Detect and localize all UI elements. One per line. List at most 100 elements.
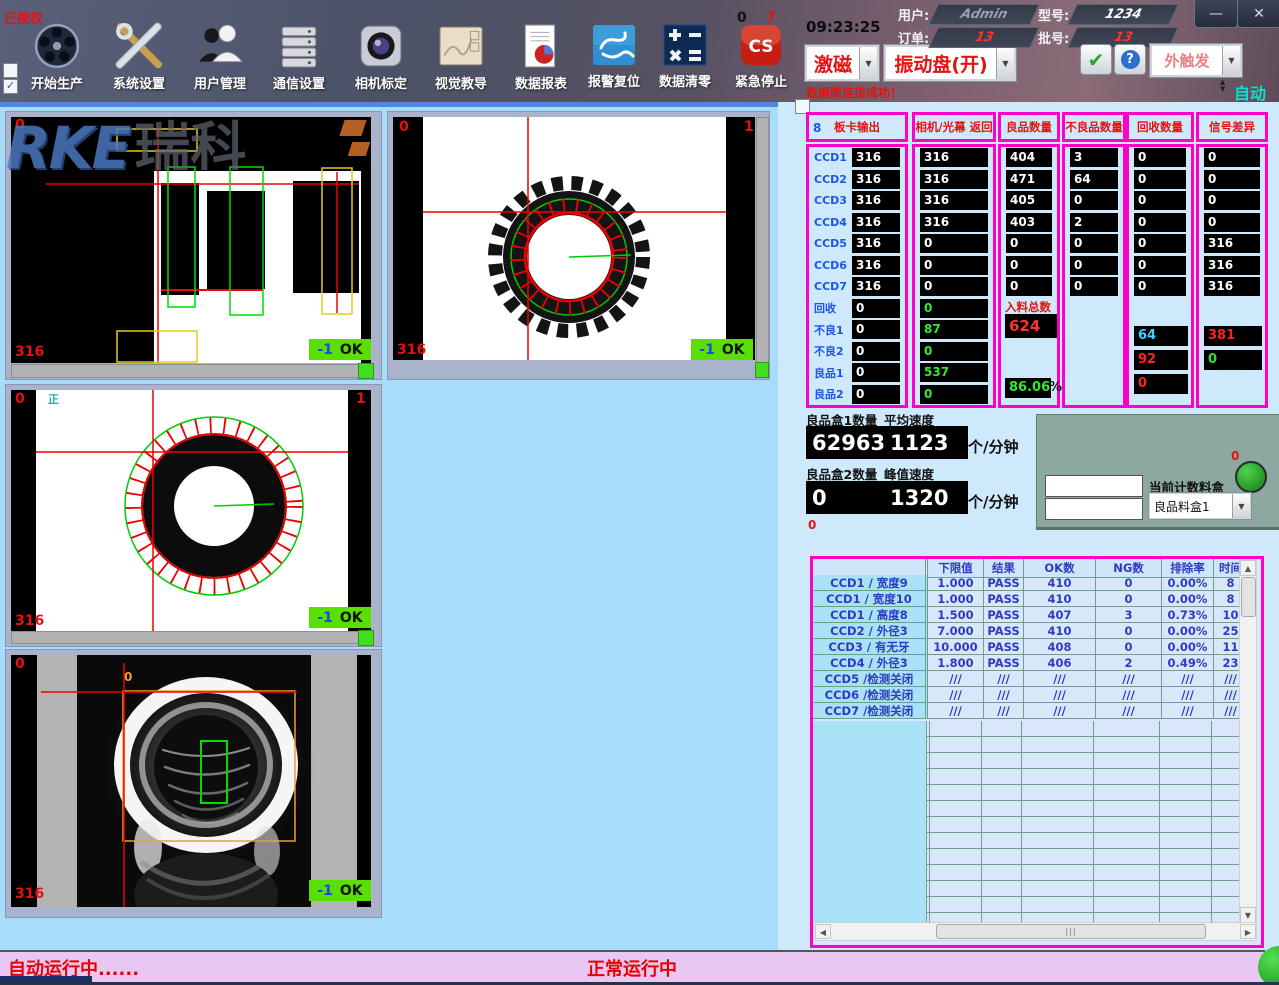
trigger-select[interactable]: 外触发 ▼ — [1150, 44, 1242, 77]
table-row[interactable]: CCD4 / 外径3 1.800 PASS 406 2 0.49% 23 — [813, 655, 1261, 671]
confirm-button[interactable]: ✔ — [1080, 44, 1112, 75]
detail-table: 下限值 结果 OK数 NG数 排除率 时间 CCD1 / 宽度9 1.000 P… — [810, 556, 1264, 948]
scroll-right-icon[interactable]: ▶ — [1240, 924, 1256, 939]
camera-2-resize-handle[interactable] — [755, 362, 769, 378]
data-report-button[interactable]: 数据报表 — [508, 22, 574, 98]
toolbar-button-label: 开始生产 — [24, 73, 90, 92]
value-box: 0 — [1134, 170, 1186, 189]
detail-table-vscrollbar[interactable]: ▲ ▼ — [1239, 559, 1257, 924]
camera-1-scroll-strip[interactable] — [11, 364, 359, 378]
value-box: 316 — [920, 191, 988, 210]
value-box: 0 — [1006, 234, 1052, 253]
cell-ng-count: 2 — [1096, 655, 1162, 671]
peak-speed-value: 1320 — [884, 481, 968, 514]
peak-speed-unit: 个/分钟 — [968, 491, 1018, 512]
magnetize-select[interactable]: 激磁 ▼ — [805, 45, 879, 81]
counter-box-select-value: 良品料盒1 — [1150, 498, 1232, 515]
close-button[interactable]: ✕ — [1237, 0, 1279, 28]
chevron-down-icon[interactable]: ▼ — [859, 47, 877, 79]
table-row[interactable]: CCD1 / 高度8 1.500 PASS 407 3 0.73% 10 — [813, 607, 1261, 623]
table-row[interactable]: CCD7 /检测关闭 /// /// /// /// /// /// — [813, 703, 1261, 719]
table-row: 316 — [915, 147, 993, 169]
scroll-up-icon[interactable]: ▲ — [1240, 560, 1256, 576]
toolbar-button-label: 数据清零 — [652, 71, 718, 90]
magnetize-select-value: 激磁 — [807, 50, 859, 77]
value-box: 404 — [1006, 148, 1052, 167]
cell-ok-count: 410 — [1024, 575, 1096, 591]
help-button[interactable]: ? — [1114, 44, 1146, 75]
toolbar-checkbox-2[interactable]: ✓ — [3, 79, 18, 94]
value-box: 0 — [1070, 191, 1118, 210]
cell-result: PASS — [984, 607, 1024, 623]
table-row: 0 — [1065, 190, 1123, 212]
value-box: 0 — [920, 277, 988, 296]
toolbar-checkbox-1[interactable] — [3, 63, 18, 78]
value-box: 0 — [920, 342, 988, 361]
counter-indicator-count: 0 — [1231, 449, 1239, 463]
camera-calibration-button[interactable]: 相机标定 — [348, 22, 414, 98]
camera-3-resize-handle[interactable] — [358, 630, 374, 646]
value-box: 0 — [1134, 277, 1186, 296]
toolbar-separator — [0, 102, 778, 107]
cell-ng-count: 0 — [1096, 591, 1162, 607]
alarm-reset-button[interactable]: 报警复位 — [581, 22, 647, 98]
value-box: 0 — [920, 234, 988, 253]
table-row[interactable]: CCD3 / 有无牙 10.000 PASS 408 0 0.00% 11 — [813, 639, 1261, 655]
model-field[interactable]: 1234 — [1067, 4, 1179, 25]
communication-settings-button[interactable]: 通信设置 — [266, 22, 332, 98]
counter-input-2[interactable] — [1045, 498, 1143, 520]
camera-2-result-badge: -1 OK — [691, 339, 753, 360]
counter-input-1[interactable] — [1045, 475, 1143, 497]
cell-ok-count: /// — [1024, 687, 1096, 703]
cell-name: CCD1 / 宽度9 — [813, 575, 928, 591]
vscroll-thumb[interactable] — [1241, 577, 1256, 617]
table-row: 0 — [1129, 147, 1191, 169]
table-row[interactable]: CCD1 / 宽度9 1.000 PASS 410 0 0.00% 8 — [813, 575, 1261, 591]
scroll-down-icon[interactable]: ▼ — [1240, 907, 1256, 923]
counter-box-select[interactable]: 良品料盒1 ▼ — [1149, 493, 1251, 519]
chevron-down-icon[interactable]: ▼ — [1222, 46, 1240, 75]
table-row: CCD3 316 — [809, 190, 905, 212]
order-field[interactable]: 13 — [928, 27, 1040, 48]
minimize-button[interactable]: — — [1194, 0, 1238, 28]
cell-result: PASS — [984, 623, 1024, 639]
chevron-down-icon[interactable]: ▼ — [996, 47, 1014, 79]
table-row[interactable]: CCD1 / 宽度10 1.000 PASS 410 0 0.00% 8 — [813, 591, 1261, 607]
system-settings-button[interactable]: 系统设置 — [106, 22, 172, 98]
film-reel-icon — [33, 22, 81, 70]
table-row: 316 — [1199, 233, 1265, 255]
vision-teaching-button[interactable]: 视觉教导 — [428, 22, 494, 98]
box1-count-value: 629639 — [806, 426, 886, 459]
start-production-button[interactable]: 开始生产 — [24, 22, 90, 98]
table-row[interactable]: CCD6 /检测关闭 /// /// /// /// /// /// — [813, 687, 1261, 703]
mode-spinner[interactable]: ▲▼ — [1220, 79, 1225, 93]
cell-name: CCD4 / 外径3 — [813, 655, 928, 671]
table-row: 不良2 0 — [809, 341, 905, 363]
table-row[interactable]: CCD2 / 外径3 7.000 PASS 410 0 0.00% 25 — [813, 623, 1261, 639]
header-label: 信号差异 — [1209, 119, 1255, 135]
chevron-down-icon[interactable]: ▼ — [1232, 494, 1250, 518]
hscroll-thumb[interactable]: ||| — [936, 924, 1206, 939]
recycle-extra-3: 0 — [1134, 374, 1188, 394]
camera-icon — [357, 22, 405, 70]
user-management-button[interactable]: 用户管理 — [187, 22, 253, 98]
value-box: 316 — [920, 148, 988, 167]
row-label: 良品2 — [814, 386, 852, 402]
data-clear-button[interactable]: 数据清零 — [652, 22, 718, 98]
vibrator-select[interactable]: 振动盘(开) ▼ — [884, 45, 1016, 81]
value-box: 0 — [852, 363, 900, 382]
camera-3-scroll-strip[interactable] — [11, 631, 359, 644]
result-text: OK — [722, 342, 745, 358]
scroll-left-icon[interactable]: ◀ — [815, 924, 831, 939]
minimize-icon: — — [1209, 6, 1223, 22]
camera-2-scroll-strip[interactable] — [756, 117, 769, 363]
camera-1-resize-handle[interactable] — [358, 363, 374, 379]
user-field[interactable]: Admin — [928, 4, 1040, 25]
emergency-stop-button[interactable]: CS 紧急停止 — [728, 22, 794, 98]
cell-ok-count: /// — [1024, 703, 1096, 719]
cell-lower-limit: 1.500 — [928, 607, 984, 623]
table-row: 0 — [1129, 169, 1191, 191]
table-row[interactable]: CCD5 /检测关闭 /// /// /// /// /// /// — [813, 671, 1261, 687]
detail-table-hscrollbar[interactable]: ◀ ||| ▶ — [813, 922, 1257, 941]
estop-ok-count: 0 — [737, 10, 747, 26]
